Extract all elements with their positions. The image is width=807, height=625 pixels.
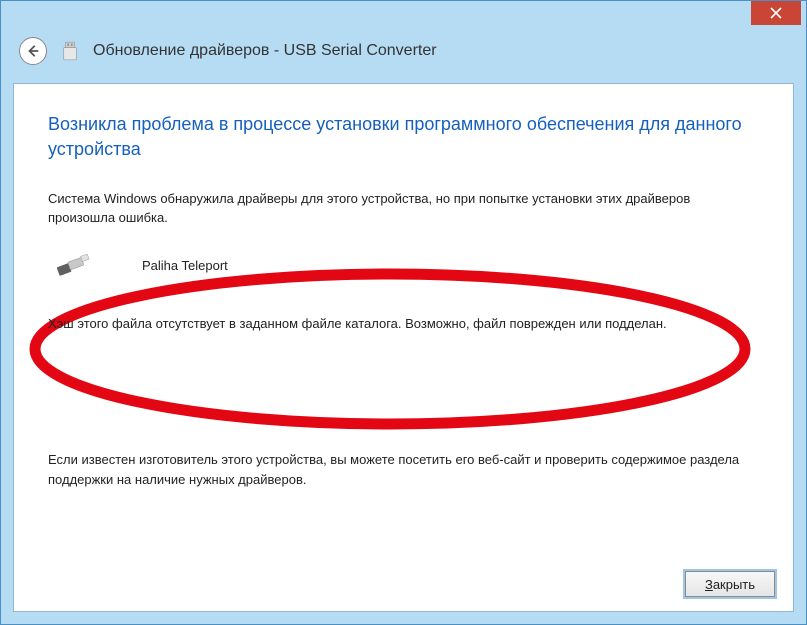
device-category-icon — [61, 41, 79, 61]
error-message-text: Хэш этого файла отсутствует в заданном ф… — [48, 314, 759, 334]
usb-connector-icon — [56, 252, 92, 278]
error-section: Хэш этого файла отсутствует в заданном ф… — [48, 314, 759, 414]
dialog-header: Обновление драйверов - USB Serial Conver… — [1, 33, 806, 83]
arrow-left-icon — [26, 44, 40, 58]
dialog-title: Обновление драйверов - USB Serial Conver… — [93, 42, 437, 60]
window-close-button[interactable] — [751, 1, 801, 25]
device-row: Paliha Teleport — [48, 252, 759, 278]
close-button-mnemonic: З — [705, 577, 713, 592]
titlebar — [1, 1, 806, 33]
problem-heading: Возникла проблема в процессе установки п… — [48, 112, 759, 162]
close-button[interactable]: Закрыть — [685, 571, 775, 597]
driver-update-dialog: Обновление драйверов - USB Serial Conver… — [0, 0, 807, 625]
hint-text: Если известен изготовитель этого устройс… — [48, 450, 759, 489]
device-name: Paliha Teleport — [142, 258, 228, 273]
description-text: Система Windows обнаружила драйверы для … — [48, 190, 759, 228]
close-icon — [770, 7, 782, 19]
content-panel: Возникла проблема в процессе установки п… — [13, 83, 794, 612]
annotation-ellipse — [20, 262, 760, 437]
back-button[interactable] — [19, 37, 47, 65]
close-button-label-rest: акрыть — [713, 577, 755, 592]
